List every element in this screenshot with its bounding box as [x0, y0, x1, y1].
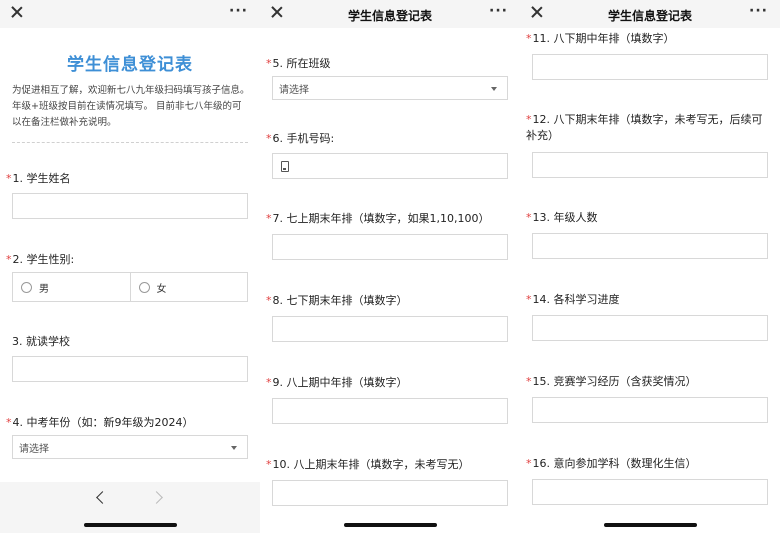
radio-icon — [21, 281, 32, 293]
question-label-12: *12. 八下期末年排（填数字，未考写无，后续可补充） — [526, 113, 763, 142]
required-mark: * — [6, 172, 12, 185]
required-mark: * — [266, 132, 272, 145]
rank-8-1-mid-input[interactable] — [272, 398, 508, 424]
question-label-11: *11. 八下期中年排（填数字） — [526, 32, 675, 45]
required-mark: * — [266, 376, 272, 389]
school-input[interactable] — [12, 356, 248, 382]
form-intro: 为促进相互了解，欢迎新七八九年级扫码填写孩子信息。年级+班级按目前在读情况填写。… — [12, 85, 250, 128]
question-label-3: 3. 就读学校 — [12, 335, 70, 348]
question-label-4: *4. 中考年份（如：新9年级为2024） — [6, 416, 194, 429]
screen-2: 学生信息登记表 ··· *5. 所在班级 请选择 *6. 手机号码: *7. 七… — [260, 0, 520, 533]
required-mark: * — [526, 375, 532, 388]
rank-8-1-final-input[interactable] — [272, 480, 508, 506]
question-label-1: *1. 学生姓名 — [6, 172, 71, 185]
question-label-6: *6. 手机号码: — [266, 132, 335, 145]
question-label-14: *14. 各科学习进度 — [526, 293, 620, 306]
rank-8-2-final-input[interactable] — [532, 152, 768, 178]
gender-option-female[interactable]: 女 — [129, 273, 248, 301]
question-label-13: *13. 年级人数 — [526, 211, 598, 224]
question-label-16: *16. 意向参加学科（数理化生信） — [526, 457, 697, 470]
question-label-5: *5. 所在班级 — [266, 57, 331, 70]
question-label-9: *9. 八上期中年排（填数字） — [266, 376, 408, 389]
page-title: 学生信息登记表 — [347, 9, 432, 23]
back-icon[interactable] — [94, 490, 108, 506]
required-mark: * — [526, 211, 532, 224]
screens: ··· 学生信息登记表 为促进相互了解，欢迎新七八九年级扫码填写孩子信息。年级+… — [0, 0, 780, 533]
competition-input[interactable] — [532, 397, 768, 423]
screen-3: 学生信息登记表 ··· *11. 八下期中年排（填数字） *12. 八下期末年排… — [520, 0, 780, 533]
rank-7-2-input[interactable] — [272, 316, 508, 342]
grade-size-input[interactable] — [532, 233, 768, 259]
rank-8-2-mid-input[interactable] — [532, 54, 768, 80]
top-bar: 学生信息登记表 ··· — [260, 0, 520, 28]
more-icon[interactable]: ··· — [749, 4, 768, 18]
forward-icon[interactable] — [152, 490, 166, 506]
question-label-15: *15. 竞赛学习经历（含获奖情况） — [526, 375, 697, 388]
top-bar: ··· — [0, 0, 260, 28]
required-mark: * — [266, 57, 272, 70]
subject-input[interactable] — [532, 479, 768, 505]
required-mark: * — [6, 253, 12, 266]
radio-icon — [138, 281, 150, 293]
exam-year-select[interactable]: 请选择 — [12, 435, 248, 459]
top-bar: 学生信息登记表 ··· — [520, 0, 780, 28]
page-title: 学生信息登记表 — [607, 9, 692, 23]
required-mark: * — [526, 113, 532, 126]
home-indicator — [84, 523, 177, 527]
phone-icon — [281, 161, 289, 172]
phone-input[interactable] — [272, 153, 508, 179]
question-label-2: *2. 学生性别: — [6, 253, 75, 266]
chevron-down-icon — [231, 446, 237, 450]
required-mark: * — [266, 458, 272, 471]
student-name-input[interactable] — [12, 193, 248, 219]
more-icon[interactable]: ··· — [489, 4, 508, 18]
home-indicator — [604, 523, 697, 527]
required-mark: * — [266, 294, 272, 307]
more-icon[interactable]: ··· — [229, 4, 248, 18]
required-mark: * — [526, 32, 532, 45]
screen-1: ··· 学生信息登记表 为促进相互了解，欢迎新七八九年级扫码填写孩子信息。年级+… — [0, 0, 260, 533]
required-mark: * — [6, 416, 12, 429]
required-mark: * — [266, 212, 272, 225]
form-title: 学生信息登记表 — [67, 55, 193, 75]
question-label-7: *7. 七上期末年排（填数字，如果1,10,100） — [266, 212, 490, 225]
gender-option-male[interactable]: 男 — [13, 273, 130, 301]
gender-radio-group: 男 女 — [12, 272, 248, 302]
class-select[interactable]: 请选择 — [272, 76, 508, 100]
study-progress-input[interactable] — [532, 315, 768, 341]
rank-7-1-input[interactable] — [272, 234, 508, 260]
divider — [12, 142, 248, 143]
chevron-down-icon — [491, 87, 497, 91]
close-icon[interactable] — [10, 5, 24, 19]
question-label-8: *8. 七下期末年排（填数字） — [266, 294, 408, 307]
question-label-10: *10. 八上期末年排（填数字，未考写无） — [266, 458, 470, 471]
home-indicator — [344, 523, 437, 527]
required-mark: * — [526, 293, 532, 306]
bottom-nav — [0, 482, 260, 533]
required-mark: * — [526, 457, 532, 470]
